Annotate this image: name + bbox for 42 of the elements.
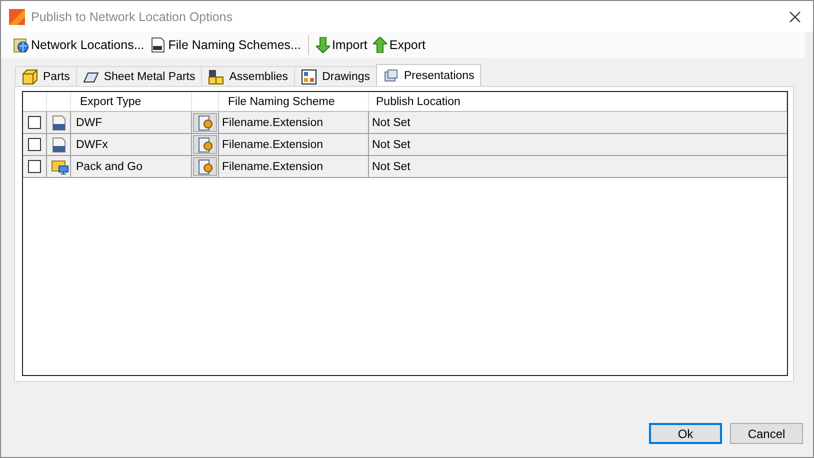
toolbar-button[interactable]: Export	[371, 37, 428, 53]
column-header: File Naming Scheme	[219, 92, 369, 111]
up-arrow-icon	[373, 37, 388, 53]
globe-folder-icon	[13, 37, 29, 53]
table-cell: Filename.Extension	[219, 134, 369, 155]
checkbox[interactable]	[28, 160, 41, 173]
table-cell: Filename.Extension	[219, 112, 369, 133]
toolbar-button[interactable]: Import	[314, 37, 370, 53]
edit-scheme-button[interactable]	[193, 157, 217, 176]
toolbar-button[interactable]: Network Locations...	[11, 37, 146, 53]
table-cell-text: Not Set	[371, 160, 412, 174]
window-title: Publish to Network Location Options	[31, 10, 234, 24]
edit-scheme-button[interactable]	[193, 113, 217, 132]
tab[interactable]: Assemblies	[201, 66, 296, 86]
tab[interactable]: Presentations	[376, 64, 482, 86]
dialog-button[interactable]: Ok	[649, 423, 722, 444]
table-cell: Filename.Extension	[219, 156, 369, 177]
file-icon	[51, 136, 67, 152]
table-cell-text: Not Set	[371, 116, 412, 130]
sheet-icon	[82, 70, 99, 84]
file-icon	[51, 114, 67, 130]
presentation-icon	[383, 68, 399, 84]
tab[interactable]: Parts	[15, 66, 77, 86]
tab[interactable]: Drawings	[294, 66, 377, 86]
close-icon[interactable]	[789, 10, 801, 22]
table-cell: DWFx	[71, 134, 192, 155]
document-icon	[150, 37, 166, 53]
edit-scheme-button[interactable]	[193, 135, 217, 154]
table-cell: DWF	[71, 112, 192, 133]
table-cell: Pack and Go	[71, 156, 192, 177]
column-header: Export Type	[71, 92, 192, 111]
folder-monitor-icon	[51, 158, 69, 174]
table-cell-text: Not Set	[371, 138, 412, 152]
dialog-button[interactable]: Cancel	[730, 423, 803, 444]
column-header: Publish Location	[369, 92, 787, 111]
checkbox[interactable]	[28, 116, 41, 129]
toolbar-button[interactable]: File Naming Schemes...	[148, 37, 303, 53]
blocks-icon	[208, 68, 224, 84]
down-arrow-icon	[316, 37, 330, 53]
cube-icon	[22, 68, 38, 84]
checkbox[interactable]	[28, 138, 41, 151]
app-logo-icon	[9, 8, 25, 24]
